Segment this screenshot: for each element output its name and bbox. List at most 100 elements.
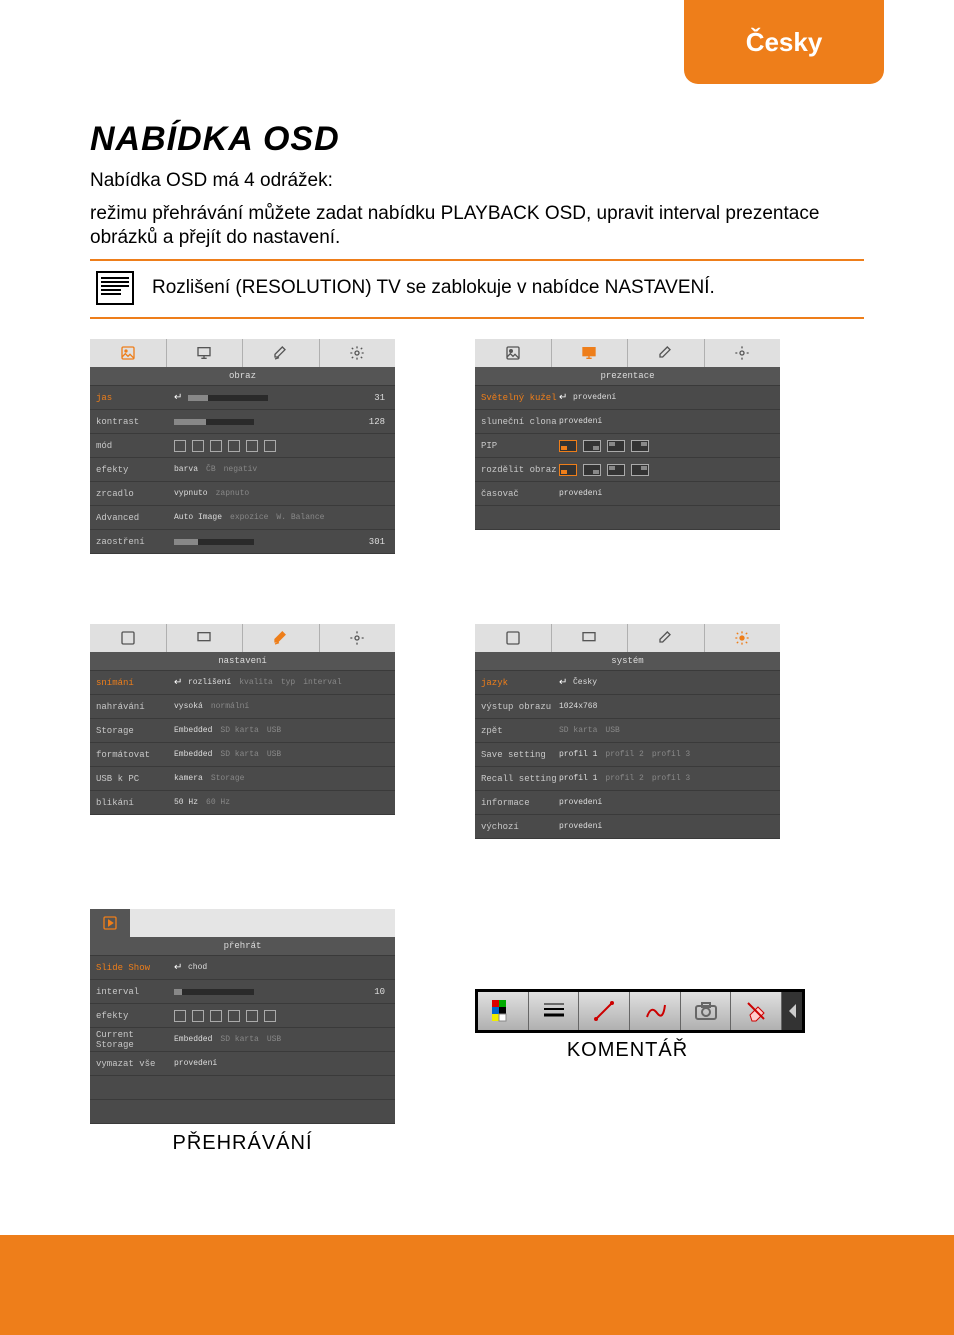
menu-row[interactable]: USB k PCkameraStorage	[90, 767, 395, 791]
row-label: PIP	[481, 441, 559, 451]
row-label: formátovat	[96, 750, 174, 760]
row-options[interactable]: profil 1profil 2profil 3	[559, 774, 774, 783]
menu-row[interactable]: výchozíprovedení	[475, 815, 780, 839]
row-options[interactable]: provedení	[174, 1059, 389, 1068]
menu-row[interactable]: formátovatEmbeddedSD kartaUSB	[90, 743, 395, 767]
slider[interactable]	[188, 395, 268, 401]
menu-row[interactable]: Recall settingprofil 1profil 2profil 3	[475, 767, 780, 791]
annotation-caption: KOMENTÁŘ	[475, 1039, 780, 1062]
row-options[interactable]: EmbeddedSD kartaUSB	[174, 1035, 389, 1044]
menu-row[interactable]: snímání↵rozlišeníkvalitatypinterval	[90, 671, 395, 695]
row-options[interactable]: 1024x768	[559, 702, 774, 711]
tab-settings[interactable]	[243, 339, 320, 367]
tab-playback[interactable]	[90, 909, 130, 937]
slider[interactable]	[174, 419, 254, 425]
menu-row[interactable]: výstup obrazu1024x768	[475, 695, 780, 719]
menu-row[interactable]: interval10	[90, 980, 395, 1004]
menu-row[interactable]: zpětSD kartaUSB	[475, 719, 780, 743]
menu-row[interactable]: časovačprovedení	[475, 482, 780, 506]
menu-row[interactable]: AdvancedAuto ImageexpoziceW. Balance	[90, 506, 395, 530]
eraser-button[interactable]	[731, 992, 782, 1030]
tab-presentation[interactable]	[552, 624, 629, 652]
row-label: informace	[481, 798, 559, 808]
line-tool-button[interactable]	[579, 992, 630, 1030]
menu-row[interactable]: vymazat všeprovedení	[90, 1052, 395, 1076]
menu-row[interactable]: zrcadlovypnutozapnuto	[90, 482, 395, 506]
tab-presentation[interactable]	[552, 339, 629, 367]
row-options[interactable]: Česky	[573, 678, 774, 687]
tab-system[interactable]	[320, 624, 396, 652]
tab-image[interactable]	[90, 624, 167, 652]
line-weight-button[interactable]	[529, 992, 580, 1030]
row-options[interactable]: EmbeddedSD kartaUSB	[174, 750, 389, 759]
tab-settings[interactable]	[243, 624, 320, 652]
tab-presentation[interactable]	[167, 624, 244, 652]
tab-system[interactable]	[705, 339, 781, 367]
menu-row[interactable]: nahrávánívysokánormální	[90, 695, 395, 719]
slider[interactable]	[174, 989, 254, 995]
mode-icons[interactable]	[174, 440, 276, 452]
row-options[interactable]: provedení	[559, 798, 774, 807]
row-options[interactable]: barvaČBnegativ	[174, 465, 389, 474]
menu-row[interactable]: efekty	[90, 1004, 395, 1028]
tab-image[interactable]	[475, 339, 552, 367]
row-options[interactable]: SD kartaUSB	[559, 726, 774, 735]
pip-layout-icons[interactable]	[559, 440, 649, 452]
capture-button[interactable]	[681, 992, 732, 1030]
menu-row[interactable]: mód	[90, 434, 395, 458]
menu-row[interactable]: jas↵31	[90, 386, 395, 410]
row-options[interactable]: EmbeddedSD kartaUSB	[174, 726, 389, 735]
row-options[interactable]: vysokánormální	[174, 702, 389, 711]
menu-row[interactable]: rozdělit obraz	[475, 458, 780, 482]
row-options[interactable]: rozlišeníkvalitatypinterval	[188, 678, 389, 687]
row-options[interactable]: profil 1profil 2profil 3	[559, 750, 774, 759]
tab-system[interactable]	[320, 339, 396, 367]
row-options[interactable]: provedení	[559, 417, 774, 426]
row-options[interactable]: provedení	[573, 393, 774, 402]
slider[interactable]	[174, 539, 254, 545]
tab-image[interactable]	[90, 339, 167, 367]
row-options[interactable]: kameraStorage	[174, 774, 389, 783]
enter-arrow-icon: ↵	[174, 962, 188, 974]
menu-row[interactable]: StorageEmbeddedSD kartaUSB	[90, 719, 395, 743]
menu-row[interactable]: zaostření301	[90, 530, 395, 554]
section-title: nastavení	[90, 652, 395, 671]
pip-layout-icons[interactable]	[559, 464, 649, 476]
menu-row[interactable]: Current StorageEmbeddedSD kartaUSB	[90, 1028, 395, 1052]
menu-row[interactable]: Save settingprofil 1profil 2profil 3	[475, 743, 780, 767]
tab-settings[interactable]	[628, 339, 705, 367]
row-options[interactable]: provedení	[559, 489, 774, 498]
tab-presentation[interactable]	[167, 339, 244, 367]
row-label: Slide Show	[96, 963, 174, 973]
row-options[interactable]: Auto ImageexpoziceW. Balance	[174, 513, 389, 522]
row-label: Storage	[96, 726, 174, 736]
section-title: obraz	[90, 367, 395, 386]
menu-row[interactable]: jazyk↵Česky	[475, 671, 780, 695]
tab-system[interactable]	[705, 624, 781, 652]
menu-row[interactable]: PIP	[475, 434, 780, 458]
row-label: výstup obrazu	[481, 702, 559, 712]
menu-row[interactable]: sluneční clonaprovedení	[475, 410, 780, 434]
row-label: zaostření	[96, 537, 174, 547]
menu-row[interactable]: Světelný kužel↵provedení	[475, 386, 780, 410]
color-palette-button[interactable]	[478, 992, 529, 1030]
row-options[interactable]: vypnutozapnuto	[174, 489, 389, 498]
tab-image[interactable]	[475, 624, 552, 652]
row-options[interactable]: chod	[188, 963, 389, 972]
row-label: Advanced	[96, 513, 174, 523]
effect-icons[interactable]	[174, 1010, 276, 1022]
menu-row[interactable]: Slide Show↵chod	[90, 956, 395, 980]
osd-panel-settings: nastavení snímání↵rozlišeníkvalitatypint…	[90, 624, 395, 815]
menu-row[interactable]: informaceprovedení	[475, 791, 780, 815]
freehand-tool-button[interactable]	[630, 992, 681, 1030]
section-title: přehrát	[90, 937, 395, 956]
menu-row[interactable]: blikání50 Hz60 Hz	[90, 791, 395, 815]
row-label: efekty	[96, 465, 174, 475]
row-options[interactable]: provedení	[559, 822, 774, 831]
collapse-button[interactable]	[782, 992, 802, 1030]
row-options[interactable]: 50 Hz60 Hz	[174, 798, 389, 807]
menu-row[interactable]: efektybarvaČBnegativ	[90, 458, 395, 482]
menu-row[interactable]: kontrast128	[90, 410, 395, 434]
tab-settings[interactable]	[628, 624, 705, 652]
row-label: blikání	[96, 798, 174, 808]
